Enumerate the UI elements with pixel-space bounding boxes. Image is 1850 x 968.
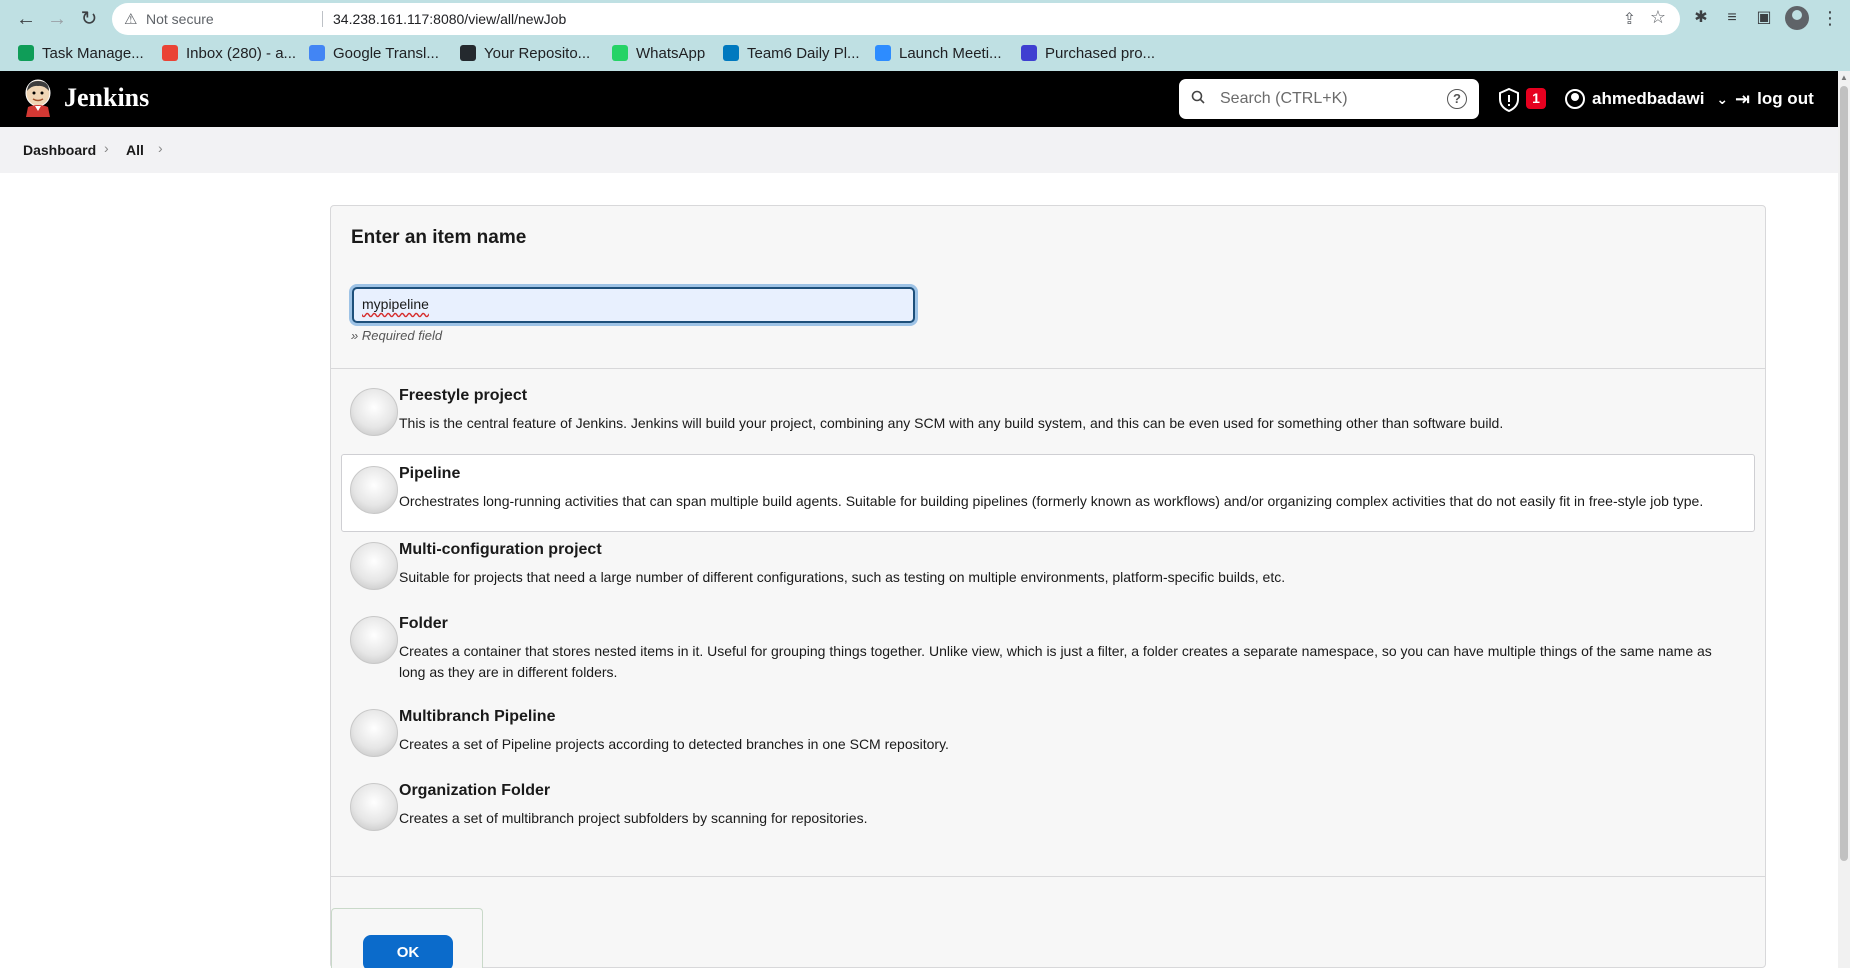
logout-label: log out bbox=[1757, 89, 1814, 108]
bookmark-label: Team6 Daily Pl... bbox=[747, 44, 860, 62]
pipeline-pipe-icon bbox=[350, 466, 398, 514]
back-icon[interactable]: ← bbox=[14, 7, 38, 31]
item-type-name: Multi-configuration project bbox=[399, 541, 602, 558]
item-name-section: Enter an item name mypipeline » Required… bbox=[331, 206, 1765, 369]
item-type-option[interactable]: Pipeline Orchestrates long-running activi… bbox=[341, 454, 1755, 532]
bookmark-item[interactable]: WhatsApp bbox=[612, 42, 705, 64]
bookmark-label: Inbox (280) - a... bbox=[186, 44, 297, 62]
side-panel-icon[interactable]: ▣ bbox=[1753, 7, 1775, 29]
item-type-option[interactable]: Organization Folder Creates a set of mult… bbox=[341, 771, 1755, 841]
bookmarks-bar: Task Manage... Inbox (280) - a... Google T… bbox=[0, 38, 1850, 68]
item-type-description: Orchestrates long-running activities tha… bbox=[399, 493, 1704, 509]
new-item-panel: Enter an item name mypipeline » Required… bbox=[330, 205, 1766, 968]
share-icon[interactable]: ⇪ bbox=[1623, 9, 1636, 29]
bookmark-favicon-icon bbox=[460, 45, 476, 61]
bookmark-favicon-icon bbox=[309, 45, 325, 61]
bookmark-label: Launch Meeti... bbox=[899, 44, 1002, 62]
browser-toolbar: ← → ↻ ⚠ Not secure 34.238.161.117:8080/v… bbox=[0, 0, 1850, 71]
search-box[interactable]: Search (CTRL+K) ? bbox=[1179, 79, 1479, 119]
help-icon[interactable]: ? bbox=[1447, 89, 1467, 109]
page-title: Enter an item name bbox=[351, 227, 527, 248]
bookmark-item[interactable]: Your Reposito... bbox=[460, 42, 590, 64]
ok-button[interactable]: OK bbox=[363, 935, 453, 968]
logout-icon: ⇥ bbox=[1735, 88, 1751, 109]
item-name-value[interactable]: mypipeline bbox=[362, 296, 429, 312]
bookmark-label: Purchased pro... bbox=[1045, 44, 1156, 62]
scrollbar-thumb[interactable] bbox=[1840, 86, 1848, 861]
item-type-name: Multibranch Pipeline bbox=[399, 708, 556, 725]
browser-menu-icon[interactable]: ⋮ bbox=[1820, 7, 1840, 29]
user-menu[interactable]: ahmedbadawi ⌄ bbox=[1565, 86, 1728, 112]
bookmark-item[interactable]: Purchased pro... bbox=[1021, 42, 1155, 64]
bookmark-item[interactable]: Launch Meeti... bbox=[875, 42, 1002, 64]
chevron-right-icon: › bbox=[104, 140, 109, 156]
item-type-name: Folder bbox=[399, 615, 448, 632]
item-name-input[interactable] bbox=[352, 287, 915, 323]
bookmark-item[interactable]: Team6 Daily Pl... bbox=[723, 42, 860, 64]
item-type-description: This is the central feature of Jenkins. … bbox=[399, 415, 1504, 431]
not-secure-label: Not secure bbox=[146, 11, 214, 27]
folder-icon bbox=[350, 616, 398, 664]
search-icon bbox=[1191, 90, 1205, 104]
bookmark-label: WhatsApp bbox=[636, 44, 706, 62]
forward-icon[interactable]: → bbox=[45, 7, 69, 31]
reading-list-icon[interactable]: ≡ bbox=[1721, 7, 1743, 29]
bookmark-favicon-icon bbox=[875, 45, 891, 61]
address-bar[interactable]: ⚠ Not secure 34.238.161.117:8080/view/al… bbox=[112, 3, 1680, 35]
chevron-down-icon[interactable]: ⌄ bbox=[1716, 91, 1728, 108]
bookmark-item[interactable]: Inbox (280) - a... bbox=[162, 42, 296, 64]
jenkins-logo-icon[interactable] bbox=[22, 79, 54, 117]
item-type-name: Pipeline bbox=[399, 465, 461, 482]
item-type-name: Organization Folder bbox=[399, 782, 551, 799]
page-root: ← → ↻ ⚠ Not secure 34.238.161.117:8080/v… bbox=[0, 0, 1850, 968]
jenkins-brand[interactable]: Jenkins bbox=[64, 83, 149, 113]
item-type-description: Creates a set of multibranch project sub… bbox=[399, 810, 868, 826]
jenkins-header: Jenkins Search (CTRL+K) ? 1 ahmedbadawi … bbox=[0, 71, 1838, 127]
organization-folder-icon bbox=[350, 783, 398, 831]
item-type-option[interactable]: Freestyle project This is the central fea… bbox=[341, 376, 1755, 446]
bookmark-favicon-icon bbox=[1021, 45, 1037, 61]
item-type-description: Suitable for projects that need a large … bbox=[399, 569, 1286, 585]
item-type-name: Freestyle project bbox=[399, 387, 528, 404]
ok-button-container: OK bbox=[331, 908, 483, 968]
freestyle-box-icon bbox=[350, 388, 398, 436]
item-type-option[interactable]: Multi-configuration project Suitable for … bbox=[341, 530, 1755, 600]
required-field-hint: » Required field bbox=[351, 328, 443, 343]
bookmark-label: Task Manage... bbox=[42, 44, 144, 62]
bookmark-label: Your Reposito... bbox=[484, 44, 591, 62]
bookmark-favicon-icon bbox=[612, 45, 628, 61]
multi-config-icon bbox=[350, 542, 398, 590]
profile-avatar-icon[interactable] bbox=[1785, 6, 1809, 30]
url-divider bbox=[322, 11, 323, 27]
item-type-option[interactable]: Folder Creates a container that stores ne… bbox=[341, 604, 1755, 694]
item-type-option[interactable]: Multibranch Pipeline Creates a set of Pip… bbox=[341, 697, 1755, 767]
warning-icon: ⚠ bbox=[124, 11, 138, 28]
user-icon bbox=[1565, 89, 1585, 109]
bookmark-favicon-icon bbox=[723, 45, 739, 61]
footer-divider bbox=[331, 876, 1765, 877]
item-type-description: Creates a container that stores nested i… bbox=[399, 643, 1712, 680]
scroll-up-arrow-icon[interactable]: ▲ bbox=[1840, 73, 1848, 82]
security-shield-icon[interactable] bbox=[1498, 88, 1520, 112]
chevron-right-icon[interactable]: › bbox=[158, 140, 163, 156]
breadcrumb: Dashboard › All › bbox=[0, 127, 1838, 173]
breadcrumb-dashboard[interactable]: Dashboard bbox=[23, 142, 96, 158]
alert-count-badge[interactable]: 1 bbox=[1526, 88, 1546, 109]
reload-icon[interactable]: ↻ bbox=[77, 7, 101, 31]
item-type-description: Creates a set of Pipeline projects accor… bbox=[399, 736, 949, 752]
bookmark-favicon-icon bbox=[162, 45, 178, 61]
logout-link[interactable]: ⇥ log out bbox=[1735, 86, 1814, 112]
bookmark-item[interactable]: Task Manage... bbox=[18, 42, 144, 64]
bookmark-star-icon[interactable]: ☆ bbox=[1650, 7, 1666, 28]
extensions-icon[interactable]: ✱ bbox=[1690, 7, 1712, 29]
bookmark-item[interactable]: Google Transl... bbox=[309, 42, 439, 64]
bookmark-favicon-icon bbox=[18, 45, 34, 61]
search-placeholder: Search (CTRL+K) bbox=[1220, 90, 1348, 107]
breadcrumb-all[interactable]: All bbox=[126, 142, 144, 158]
multibranch-icon bbox=[350, 709, 398, 757]
bookmark-label: Google Transl... bbox=[333, 44, 439, 62]
username-label: ahmedbadawi bbox=[1592, 89, 1705, 108]
url-text[interactable]: 34.238.161.117:8080/view/all/newJob bbox=[333, 11, 566, 27]
